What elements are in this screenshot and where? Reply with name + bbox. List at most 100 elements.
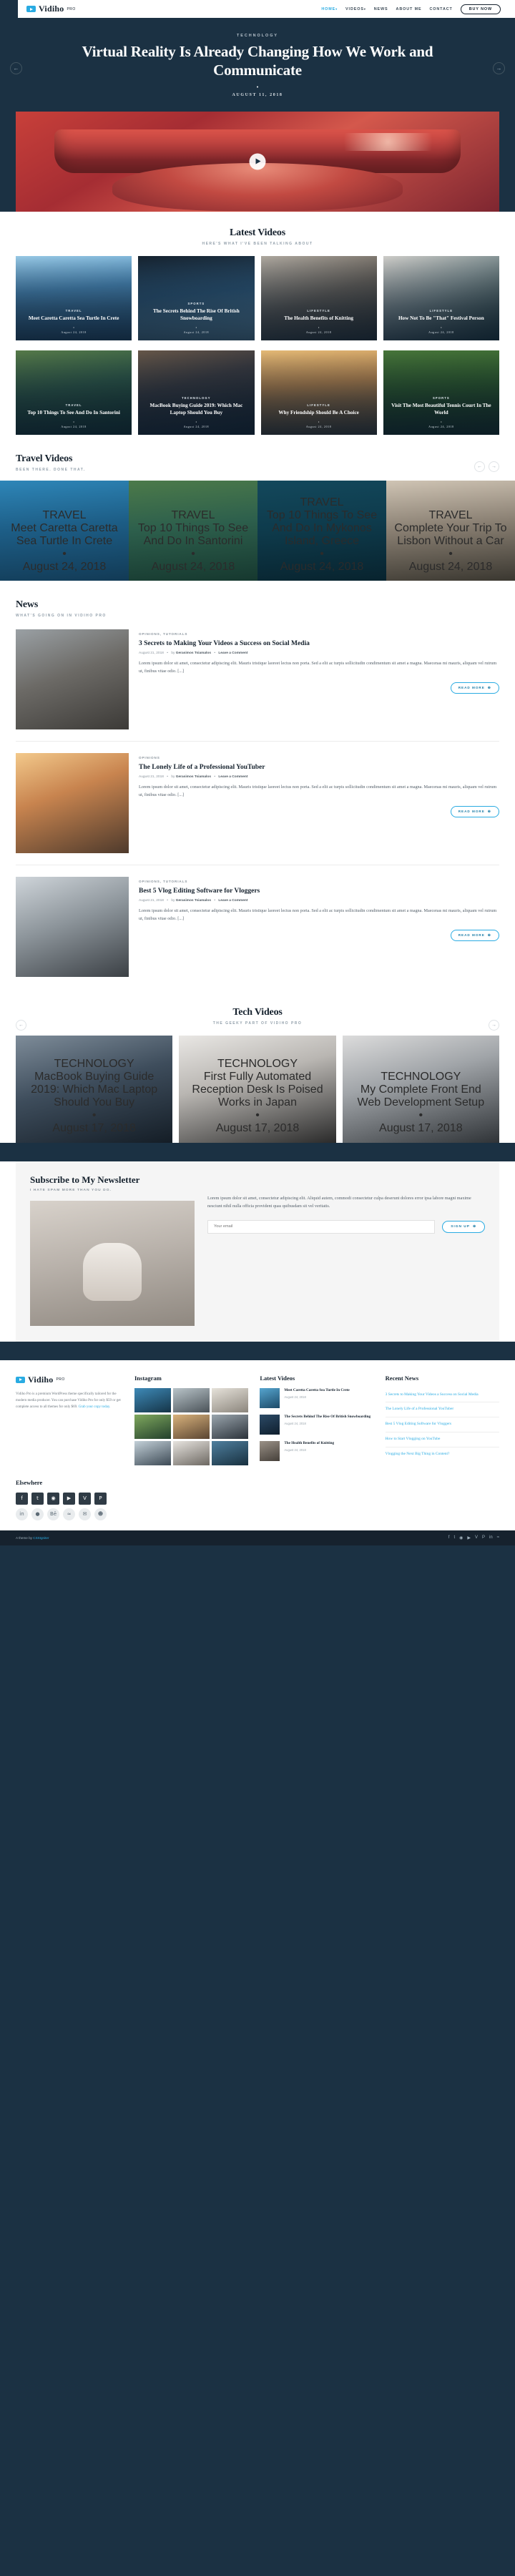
news-item-title[interactable]: The Lonely Life of a Professional YouTub… (139, 763, 499, 772)
footer-news-link[interactable]: How to Start Vlogging on YouTube (385, 1432, 499, 1447)
news-item[interactable]: OPINIONS, TUTORIALS Best 5 Vlog Editing … (16, 865, 499, 988)
video-card[interactable]: SPORTS The Secrets Behind The Rise Of Br… (138, 255, 255, 340)
footer-news-link[interactable]: Vlogging the Next Big Thing in Content? (386, 1447, 499, 1462)
read-more-button[interactable]: READ MORE ⊕ (450, 682, 499, 694)
video-card[interactable]: LIFESTYLE Why Friendship Should Be A Cho… (260, 350, 377, 435)
newsletter-email-input[interactable] (207, 1219, 436, 1234)
video-card[interactable]: TECHNOLOGY MacBook Buying Guide 2019: Wh… (138, 350, 255, 435)
nav-item-home[interactable]: HOME▾ (321, 7, 338, 11)
linkedin-icon[interactable]: in (16, 1508, 28, 1520)
news-item-title[interactable]: 3 Secrets to Making Your Videos a Succes… (139, 639, 499, 648)
news-item-author[interactable]: Gerasimos Tsiamalos (176, 652, 211, 655)
instagram-thumb[interactable] (134, 1414, 172, 1439)
travel-card[interactable]: TRAVEL Meet Caretta Caretta Sea Turtle I… (0, 480, 129, 581)
news-item-category[interactable]: OPINIONS, TUTORIALS (139, 880, 499, 883)
video-card[interactable]: SPORTS Visit The Most Beautiful Tennis C… (383, 350, 499, 435)
hero-prev-arrow-icon[interactable]: ← (10, 62, 22, 74)
news-item[interactable]: OPINIONS, TUTORIALS 3 Secrets to Making … (16, 618, 499, 742)
news-item-author[interactable]: Gerasimos Tsiamalos (176, 899, 211, 903)
hero-title[interactable]: Virtual Reality Is Already Changing How … (72, 42, 443, 80)
hero-video-thumbnail[interactable] (16, 111, 499, 212)
news-item-comment-link[interactable]: Leave a Comment (218, 775, 247, 779)
instagram-thumb[interactable] (212, 1414, 249, 1439)
footer-video-item[interactable]: Meet Caretta Caretta Sea Turtle In Crete… (260, 1387, 373, 1408)
rss-icon[interactable]: ≈ (497, 1535, 499, 1540)
news-thumbnail[interactable] (16, 629, 129, 729)
video-card[interactable]: LIFESTYLE How Not To Be "That" Festival … (383, 255, 499, 340)
news-thumbnail[interactable] (16, 876, 129, 977)
pinterest-icon[interactable]: P (482, 1535, 485, 1540)
instagram-icon[interactable]: ◉ (459, 1535, 463, 1540)
video-card[interactable]: LIFESTYLE The Health Benefits of Knittin… (260, 255, 377, 340)
nav-item-news[interactable]: NEWS (374, 7, 388, 11)
facebook-icon[interactable]: f (448, 1535, 450, 1540)
instagram-thumb[interactable] (212, 1440, 249, 1465)
footer-latest-videos-column: Latest Videos Meet Caretta Caretta Sea T… (260, 1375, 373, 1468)
news-thumbnail[interactable] (16, 752, 129, 853)
footer-news-link[interactable]: 3 Secrets to Making Your Videos a Succes… (385, 1388, 499, 1403)
travel-card[interactable]: TRAVEL Top 10 Things To See And Do In Sa… (129, 480, 258, 581)
footer-about-link[interactable]: Grab your copy today. (79, 1405, 111, 1409)
site-brand[interactable]: Vidiho PRO (26, 4, 76, 14)
travel-card[interactable]: TRAVEL Complete Your Trip To Lisbon With… (386, 480, 515, 581)
play-icon[interactable] (249, 153, 266, 169)
vimeo-icon[interactable]: V (79, 1492, 91, 1505)
dribbble-icon[interactable]: ● (31, 1508, 44, 1520)
video-card[interactable]: TRAVEL Meet Caretta Caretta Sea Turtle I… (16, 255, 132, 340)
tech-next-arrow-icon[interactable]: → (489, 1019, 499, 1031)
instagram-thumb[interactable] (173, 1414, 210, 1439)
read-more-button[interactable]: READ MORE ⊕ (450, 805, 499, 817)
footer-news-link[interactable]: Best 5 Vlog Editing Software for Vlogger… (385, 1417, 499, 1432)
footer-news-link[interactable]: The Lonely Life of a Professional YouTub… (385, 1402, 499, 1418)
tech-card[interactable]: TECHNOLOGY My Complete Front End Web Dev… (342, 1035, 499, 1143)
news-item-category[interactable]: OPINIONS (139, 756, 499, 759)
hero-category[interactable]: TECHNOLOGY (0, 34, 515, 38)
travel-videos-subtitle: BEEN THERE. DONE THAT. (16, 467, 86, 472)
newsletter-signup-button[interactable]: SIGN UP ⊕ (442, 1220, 485, 1233)
tech-card[interactable]: TECHNOLOGY MacBook Buying Guide 2019: Wh… (16, 1035, 173, 1143)
vimeo-icon[interactable]: V (475, 1535, 478, 1540)
read-more-button[interactable]: READ MORE ⊕ (450, 929, 499, 941)
instagram-thumb[interactable] (212, 1387, 249, 1412)
tech-card[interactable]: TECHNOLOGY First Fully Automated Recepti… (179, 1035, 336, 1143)
instagram-thumb[interactable] (134, 1387, 172, 1412)
footer-video-item[interactable]: The Health Benefits of Knitting August 2… (260, 1440, 373, 1461)
copyright-link[interactable]: CSSIgniter (33, 1536, 49, 1540)
news-item[interactable]: OPINIONS The Lonely Life of a Profession… (16, 742, 499, 865)
instagram-thumb[interactable] (134, 1440, 172, 1465)
youtube-icon[interactable]: ▶ (63, 1492, 75, 1505)
news-item-author[interactable]: Gerasimos Tsiamalos (176, 775, 211, 779)
twitter-icon[interactable]: t (453, 1535, 455, 1540)
snapchat-icon[interactable]: ☻ (94, 1508, 107, 1520)
news-item-by-prefix: by (171, 775, 175, 779)
nav-item-videos[interactable]: VIDEOS▾ (345, 7, 366, 11)
news-item-title[interactable]: Best 5 Vlog Editing Software for Vlogger… (139, 887, 499, 895)
behance-icon[interactable]: Bē (47, 1508, 59, 1520)
video-card[interactable]: TRAVEL Top 10 Things To See And Do In Sa… (16, 350, 132, 435)
news-item-comment-link[interactable]: Leave a Comment (218, 652, 247, 655)
news-item-comment-link[interactable]: Leave a Comment (218, 899, 247, 903)
rss-icon[interactable]: ≈ (63, 1508, 75, 1520)
travel-card[interactable]: TRAVEL Top 10 Things To See And Do In My… (258, 480, 386, 581)
nav-item-about-me[interactable]: ABOUT ME (396, 7, 422, 11)
twitter-icon[interactable]: t (31, 1492, 44, 1505)
youtube-icon[interactable]: ▶ (467, 1535, 471, 1540)
hero-next-arrow-icon[interactable]: → (493, 62, 505, 74)
pinterest-icon[interactable]: P (94, 1492, 107, 1505)
email-icon[interactable]: ✉ (79, 1508, 91, 1520)
instagram-icon[interactable]: ◉ (47, 1492, 59, 1505)
buy-now-button[interactable]: BUY NOW (460, 4, 501, 14)
chevron-down-icon: ▾ (335, 6, 338, 11)
tech-prev-arrow-icon[interactable]: ← (16, 1019, 26, 1031)
instagram-thumb[interactable] (173, 1440, 210, 1465)
travel-next-arrow-icon[interactable]: → (489, 461, 499, 472)
nav-item-contact[interactable]: CONTACT (429, 7, 452, 11)
footer-brand[interactable]: Vidiho PRO (16, 1375, 123, 1385)
facebook-icon[interactable]: f (16, 1492, 28, 1505)
news-item-category[interactable]: OPINIONS, TUTORIALS (139, 632, 499, 636)
footer-video-item[interactable]: The Secrets Behind The Rise Of British S… (260, 1414, 373, 1435)
linkedin-icon[interactable]: in (489, 1535, 493, 1540)
travel-prev-arrow-icon[interactable]: ← (474, 461, 485, 472)
hero-image-glow (325, 133, 451, 152)
instagram-thumb[interactable] (173, 1387, 210, 1412)
